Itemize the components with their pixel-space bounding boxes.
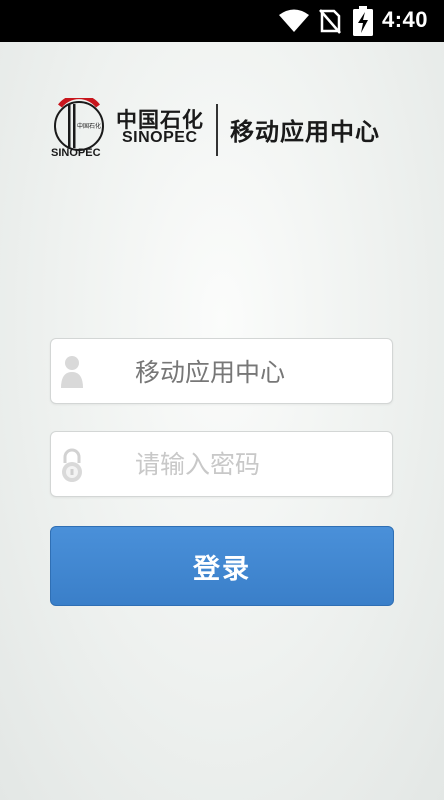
status-bar: 4:40 xyxy=(0,0,444,42)
header-divider xyxy=(216,104,218,156)
sinopec-logo: 中国石化 SINOPEC xyxy=(51,98,104,159)
wifi-icon xyxy=(279,9,309,32)
login-button[interactable]: 登录 xyxy=(50,526,394,606)
password-input[interactable] xyxy=(135,432,385,496)
password-field[interactable] xyxy=(50,431,393,497)
no-sim-icon xyxy=(319,9,341,34)
username-field[interactable] xyxy=(50,338,393,404)
svg-text:中国石化: 中国石化 xyxy=(77,122,101,130)
battery-charging-icon xyxy=(353,6,373,36)
app-title: 移动应用中心 xyxy=(230,118,380,146)
app-header: 中国石化 SINOPEC 中国石化 SINOPEC 移动应用中心 xyxy=(50,98,400,162)
svg-text:SINOPEC: SINOPEC xyxy=(51,147,101,159)
status-time: 4:40 xyxy=(382,7,429,32)
user-icon xyxy=(61,356,83,388)
lock-icon xyxy=(62,448,82,482)
brand-name-en: SINOPEC xyxy=(122,129,198,146)
username-input[interactable] xyxy=(135,339,385,403)
